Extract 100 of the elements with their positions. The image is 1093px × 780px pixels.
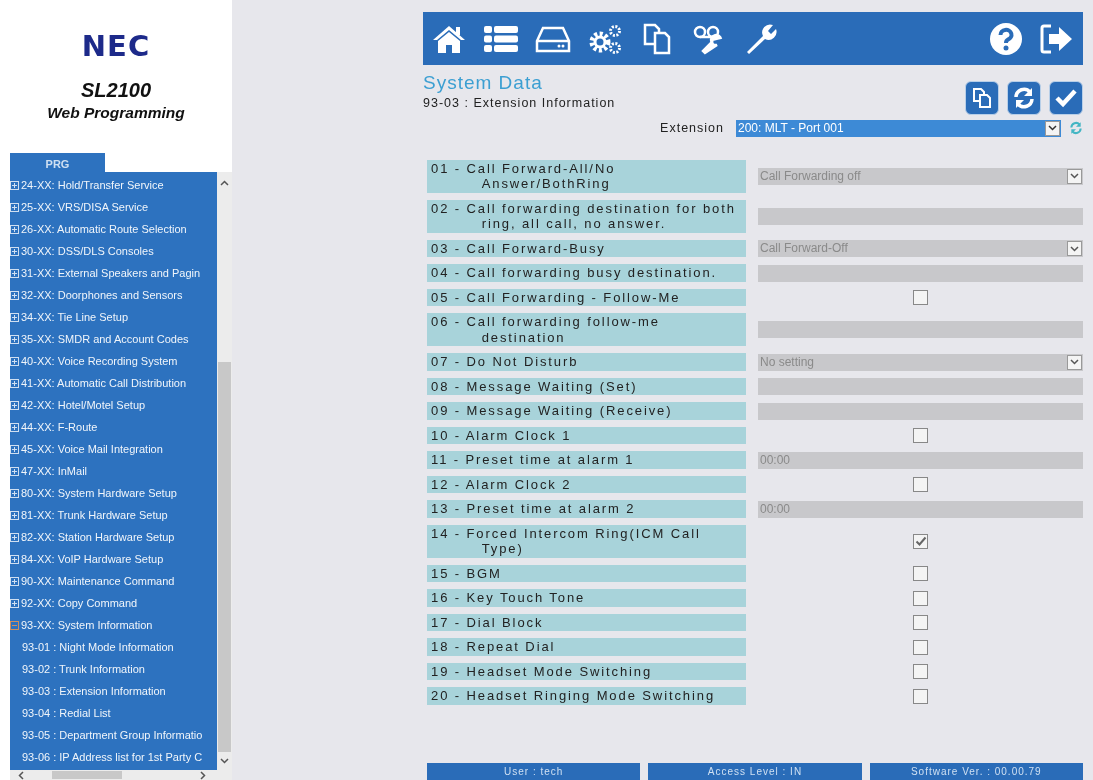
input-field[interactable] <box>758 264 1083 282</box>
expand-icon[interactable] <box>10 400 19 410</box>
field-label: 01 - Call Forward-All/No Answer/BothRing <box>427 159 746 193</box>
tree-item[interactable]: 80-XX: System Hardware Setup <box>21 482 177 504</box>
expand-icon[interactable] <box>10 444 19 454</box>
expand-icon[interactable] <box>10 312 19 322</box>
apply-button[interactable] <box>1049 81 1083 115</box>
scroll-down-icon[interactable] <box>220 758 229 764</box>
expand-icon[interactable] <box>10 466 19 476</box>
checkbox[interactable] <box>913 639 928 655</box>
help-button[interactable] <box>989 21 1023 56</box>
refresh-button[interactable] <box>1007 81 1041 115</box>
copy-button[interactable] <box>965 81 999 115</box>
tree-item[interactable]: 93-02 : Trunk Information <box>22 658 145 680</box>
settings-button[interactable] <box>587 22 623 55</box>
expand-icon[interactable] <box>10 356 19 366</box>
checkbox[interactable] <box>913 566 928 581</box>
expand-icon[interactable] <box>10 510 19 520</box>
tree-item[interactable]: 30-XX: DSS/DLS Consoles <box>21 240 154 262</box>
input-field[interactable] <box>758 378 1083 395</box>
tree-item[interactable]: 93-04 : Redial List <box>22 702 111 724</box>
tree-item[interactable]: 41-XX: Automatic Call Distribution <box>21 372 187 394</box>
tree-item[interactable]: 35-XX: SMDR and Account Codes <box>21 328 189 350</box>
checkbox[interactable] <box>913 590 928 606</box>
field-label: 20 - Headset Ringing Mode Switching <box>427 687 746 705</box>
status-item: User : tech <box>427 763 641 780</box>
expand-icon[interactable] <box>10 532 19 542</box>
dropdown-icon <box>1070 245 1079 252</box>
tree-item[interactable]: 24-XX: Hold/Transfer Service <box>21 174 164 196</box>
input-field[interactable] <box>758 321 1083 339</box>
refresh-icon <box>1012 86 1036 110</box>
scroll-right-icon[interactable] <box>200 770 206 780</box>
checkbox[interactable] <box>913 290 928 305</box>
expand-icon[interactable] <box>10 554 19 564</box>
expand-icon[interactable] <box>10 598 19 608</box>
tree-item[interactable]: 93-01 : Night Mode Information <box>22 636 174 658</box>
tree-item[interactable]: 84-XX: VoIP Hardware Setup <box>21 548 164 570</box>
tree-item[interactable]: 44-XX: F-Route <box>21 416 98 438</box>
expand-icon[interactable] <box>10 488 19 498</box>
tree-item[interactable]: 93-06 : IP Address list for 1st Party C <box>22 746 203 768</box>
checkbox[interactable] <box>913 477 928 492</box>
scroll-up-icon[interactable] <box>220 180 229 186</box>
tree-item[interactable]: 34-XX: Tie Line Setup <box>21 306 128 328</box>
page-subtitle: 93-03 : Extension Information <box>423 94 617 112</box>
field-label: 09 - Message Waiting (Receive) <box>427 402 746 420</box>
field-label: 14 - Forced Intercom Ring(ICM Call Type) <box>427 524 746 558</box>
expand-icon[interactable] <box>10 576 19 586</box>
extension-label: Extension <box>660 120 724 137</box>
expand-icon[interactable] <box>10 334 19 344</box>
extension-select[interactable]: 200: MLT - Port 001 <box>736 119 1061 137</box>
field-label: 04 - Call forwarding busy destination. <box>427 264 746 282</box>
tree-item[interactable]: 31-XX: External Speakers and Pagin <box>21 262 201 284</box>
field-label: 17 - Dial Block <box>427 613 746 632</box>
tree-item[interactable]: 92-XX: Copy Command <box>21 592 138 614</box>
field-label: 07 - Do Not Disturb <box>427 353 746 371</box>
horizontal-scrollbar[interactable] <box>10 770 232 780</box>
scrollbar[interactable] <box>217 172 232 770</box>
tree-item[interactable]: 90-XX: Maintenance Command <box>21 570 175 592</box>
tree-item[interactable]: 26-XX: Automatic Route Selection <box>21 218 187 240</box>
tree-item[interactable]: 81-XX: Trunk Hardware Setup <box>21 504 168 526</box>
field-label: 08 - Message Waiting (Set) <box>427 377 746 396</box>
status-item: Access Level : IN <box>648 763 862 780</box>
tree-item[interactable]: 32-XX: Doorphones and Sensors <box>21 284 183 306</box>
tree-item[interactable]: 82-XX: Station Hardware Setup <box>21 526 175 548</box>
status-item: Software Ver. : 00.00.79 <box>869 763 1083 780</box>
list-button[interactable] <box>483 23 519 54</box>
input-field[interactable] <box>758 207 1083 225</box>
product-subtitle: Web Programming <box>47 104 185 122</box>
field-label: 12 - Alarm Clock 2 <box>427 475 746 494</box>
tree-item[interactable]: 93-05 : Department Group Informatio <box>22 724 203 746</box>
tree-item[interactable]: 42-XX: Hotel/Motel Setup <box>21 394 146 416</box>
checkbox[interactable] <box>913 428 928 443</box>
expand-icon[interactable] <box>10 378 19 388</box>
tree-item[interactable]: 47-XX: InMail <box>21 460 88 482</box>
expand-icon[interactable] <box>10 268 19 278</box>
expand-icon[interactable] <box>10 224 19 234</box>
tree-item[interactable]: 25-XX: VRS/DISA Service <box>21 196 149 218</box>
checkbox[interactable] <box>913 664 928 679</box>
scroll-left-icon[interactable] <box>18 770 24 780</box>
tree-item[interactable]: 93-XX: System Information <box>21 614 153 636</box>
field-label: 03 - Call Forward-Busy <box>427 239 746 258</box>
checkbox[interactable] <box>913 688 928 704</box>
expand-icon[interactable] <box>10 202 19 212</box>
expand-icon[interactable] <box>10 246 19 256</box>
field-label: 18 - Repeat Dial <box>427 638 746 656</box>
tab[interactable]: PRG <box>10 153 105 172</box>
expand-icon[interactable] <box>10 180 19 190</box>
checkbox[interactable] <box>913 533 928 549</box>
field-label: 15 - BGM <box>427 564 746 583</box>
tree-item[interactable]: 93-03 : Extension Information <box>22 680 166 702</box>
tree-item[interactable]: 40-XX: Voice Recording System <box>21 350 178 372</box>
refresh-icon[interactable] <box>1069 121 1083 136</box>
product-name: SL2100 <box>79 79 153 101</box>
copy-icon <box>971 87 993 109</box>
expand-icon[interactable] <box>10 290 19 300</box>
checkbox[interactable] <box>913 615 928 630</box>
dropdown-icon <box>1070 173 1079 180</box>
expand-icon[interactable] <box>10 422 19 432</box>
input-field[interactable] <box>758 402 1083 420</box>
tree-item[interactable]: 45-XX: Voice Mail Integration <box>21 438 163 460</box>
